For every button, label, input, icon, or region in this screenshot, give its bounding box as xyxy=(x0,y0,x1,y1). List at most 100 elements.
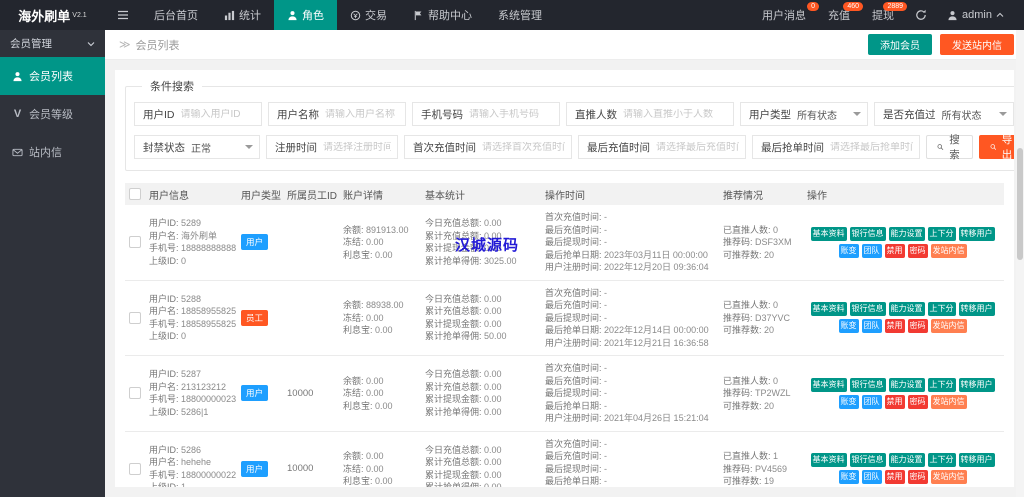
action-password-button[interactable]: 密码 xyxy=(907,319,928,334)
scrollbar-thumb[interactable] xyxy=(1017,148,1023,260)
action-send-inmail-button[interactable]: 发站内信 xyxy=(930,470,967,485)
user-type-select[interactable]: 用户类型 所有状态 xyxy=(740,102,868,126)
action-send-inmail-button[interactable]: 发站内信 xyxy=(930,394,967,409)
last-order-time-input[interactable] xyxy=(830,141,913,153)
search-button[interactable]: 搜索 xyxy=(926,134,973,161)
phone-input[interactable] xyxy=(469,108,553,120)
action-up-down-points-button[interactable]: 上下分 xyxy=(927,377,956,392)
nav-item-system[interactable]: 系统管理 xyxy=(485,0,555,30)
user-name-field[interactable]: 用户名称 xyxy=(268,102,406,126)
nav-user-messages[interactable]: 用户消息 0 xyxy=(751,0,820,30)
row-checkbox[interactable] xyxy=(128,236,141,249)
direct-referrals-input[interactable] xyxy=(623,108,727,120)
ban-status-select[interactable]: 封禁状态 正常 xyxy=(134,135,260,159)
action-bank-info-button[interactable]: 银行信息 xyxy=(849,377,886,392)
action-ability-setting-button[interactable]: 能力设置 xyxy=(888,302,925,317)
action-basic-info-button[interactable]: 基本资料 xyxy=(810,453,847,468)
action-basic-info-button[interactable]: 基本资料 xyxy=(810,226,847,241)
action-send-inmail-button[interactable]: 发站内信 xyxy=(930,319,967,334)
cell-user-type: 员工 xyxy=(241,287,287,350)
admin-menu[interactable]: admin xyxy=(937,0,1014,30)
action-transfer-user-button[interactable]: 转移用户 xyxy=(958,302,995,317)
send-inmail-button[interactable]: 发送站内信 xyxy=(940,34,1014,55)
action-account-change-button[interactable]: 账变 xyxy=(838,319,859,334)
sidebar-item-member-level[interactable]: V 会员等级 xyxy=(0,95,105,133)
action-basic-info-button[interactable]: 基本资料 xyxy=(810,302,847,317)
sidebar: 会员管理 会员列表 V 会员等级 站内信 xyxy=(0,30,105,497)
cell-staff-id xyxy=(287,211,343,274)
action-password-button[interactable]: 密码 xyxy=(907,394,928,409)
action-team-button[interactable]: 团队 xyxy=(861,394,882,409)
select-all-checkbox[interactable] xyxy=(129,188,141,200)
action-team-button[interactable]: 团队 xyxy=(861,243,882,258)
action-ability-setting-button[interactable]: 能力设置 xyxy=(888,453,925,468)
action-bank-info-button[interactable]: 银行信息 xyxy=(849,453,886,468)
stats-line: 今日充值总额: 0.00 xyxy=(425,218,502,229)
action-disable-button[interactable]: 禁用 xyxy=(884,319,905,334)
direct-referrals-field[interactable]: 直推人数 xyxy=(566,102,734,126)
user-name-input[interactable] xyxy=(325,108,399,120)
nav-item-home[interactable]: 后台首页 xyxy=(141,0,211,30)
flag-icon xyxy=(414,10,422,20)
action-disable-button[interactable]: 禁用 xyxy=(884,394,905,409)
action-send-inmail-button[interactable]: 发站内信 xyxy=(930,243,967,258)
action-disable-button[interactable]: 禁用 xyxy=(884,470,905,485)
register-time-input[interactable] xyxy=(323,141,391,153)
action-account-change-button[interactable]: 账变 xyxy=(838,243,859,258)
action-password-button[interactable]: 密码 xyxy=(907,470,928,485)
action-transfer-user-button[interactable]: 转移用户 xyxy=(958,453,995,468)
add-member-button[interactable]: 添加会员 xyxy=(868,34,932,55)
action-up-down-points-button[interactable]: 上下分 xyxy=(927,453,956,468)
last-recharge-time-field[interactable]: 最后充值时间 xyxy=(578,135,746,159)
row-checkbox[interactable] xyxy=(128,311,141,324)
nav-withdraw[interactable]: 提现 2889 xyxy=(861,0,908,30)
nav-item-stats[interactable]: 统计 xyxy=(211,0,274,30)
first-recharge-time-field[interactable]: 首次充值时间 xyxy=(404,135,572,159)
action-account-change-button[interactable]: 账变 xyxy=(838,394,859,409)
hamburger-icon[interactable] xyxy=(105,0,141,30)
vertical-scrollbar[interactable] xyxy=(1016,30,1024,497)
action-password-button[interactable]: 密码 xyxy=(907,243,928,258)
cell-actions: 基本资料 银行信息 能力设置 上下分 转移用户账变 团队 禁用 密码 发站内信 xyxy=(807,211,1004,274)
sidebar-item-member-list[interactable]: 会员列表 xyxy=(0,57,105,95)
sidebar-item-inbox[interactable]: 站内信 xyxy=(0,133,105,171)
header-account-detail: 账户详情 xyxy=(343,190,383,202)
export-button[interactable]: 导出 xyxy=(978,134,1014,161)
nav-recharge[interactable]: 充值 460 xyxy=(817,0,864,30)
refresh-icon[interactable] xyxy=(905,0,937,30)
phone-field[interactable]: 手机号码 xyxy=(412,102,560,126)
register-time-field[interactable]: 注册时间 xyxy=(266,135,398,159)
cell-user-info: 用户ID: 5289 用户名: 海外刷单 手机号: 18888888888 上级ID:… xyxy=(149,211,241,274)
row-checkbox[interactable] xyxy=(128,387,141,400)
last-recharge-time-input[interactable] xyxy=(656,141,739,153)
action-team-button[interactable]: 团队 xyxy=(861,319,882,334)
stats-line: 累计抢单得佣: 3025.00 xyxy=(425,255,517,266)
navbar-right: 用户消息 0 充值 460 提现 2889 admin xyxy=(751,0,1024,30)
app-version: V2.1 xyxy=(72,11,87,19)
nav-item-trade[interactable]: 交易 xyxy=(337,0,400,30)
info-line: 上级ID: 1 xyxy=(149,481,236,487)
action-transfer-user-button[interactable]: 转移用户 xyxy=(958,226,995,241)
action-up-down-points-button[interactable]: 上下分 xyxy=(927,302,956,317)
action-disable-button[interactable]: 禁用 xyxy=(884,243,905,258)
action-bank-info-button[interactable]: 银行信息 xyxy=(849,302,886,317)
action-ability-setting-button[interactable]: 能力设置 xyxy=(888,377,925,392)
sidebar-group-member-management[interactable]: 会员管理 xyxy=(0,30,105,57)
action-team-button[interactable]: 团队 xyxy=(861,470,882,485)
last-order-time-field[interactable]: 最后抢单时间 xyxy=(752,135,920,159)
nav-item-help[interactable]: 帮助中心 xyxy=(400,0,485,30)
cell-actions: 基本资料 银行信息 能力设置 上下分 转移用户账变 团队 禁用 密码 发站内信 xyxy=(807,362,1004,425)
user-id-input[interactable] xyxy=(180,108,255,120)
nav-item-role[interactable]: 角色 xyxy=(274,0,337,30)
action-basic-info-button[interactable]: 基本资料 xyxy=(810,377,847,392)
first-recharge-time-input[interactable] xyxy=(482,141,565,153)
action-bank-info-button[interactable]: 银行信息 xyxy=(849,226,886,241)
action-account-change-button[interactable]: 账变 xyxy=(838,470,859,485)
action-transfer-user-button[interactable]: 转移用户 xyxy=(958,377,995,392)
action-up-down-points-button[interactable]: 上下分 xyxy=(927,226,956,241)
has-recharged-select[interactable]: 是否充值过 所有状态 xyxy=(874,102,1014,126)
action-ability-setting-button[interactable]: 能力设置 xyxy=(888,226,925,241)
user-id-field[interactable]: 用户ID xyxy=(134,102,262,126)
stats-line: 累计充值总额: 0.00 xyxy=(425,230,502,241)
row-checkbox[interactable] xyxy=(128,462,141,475)
